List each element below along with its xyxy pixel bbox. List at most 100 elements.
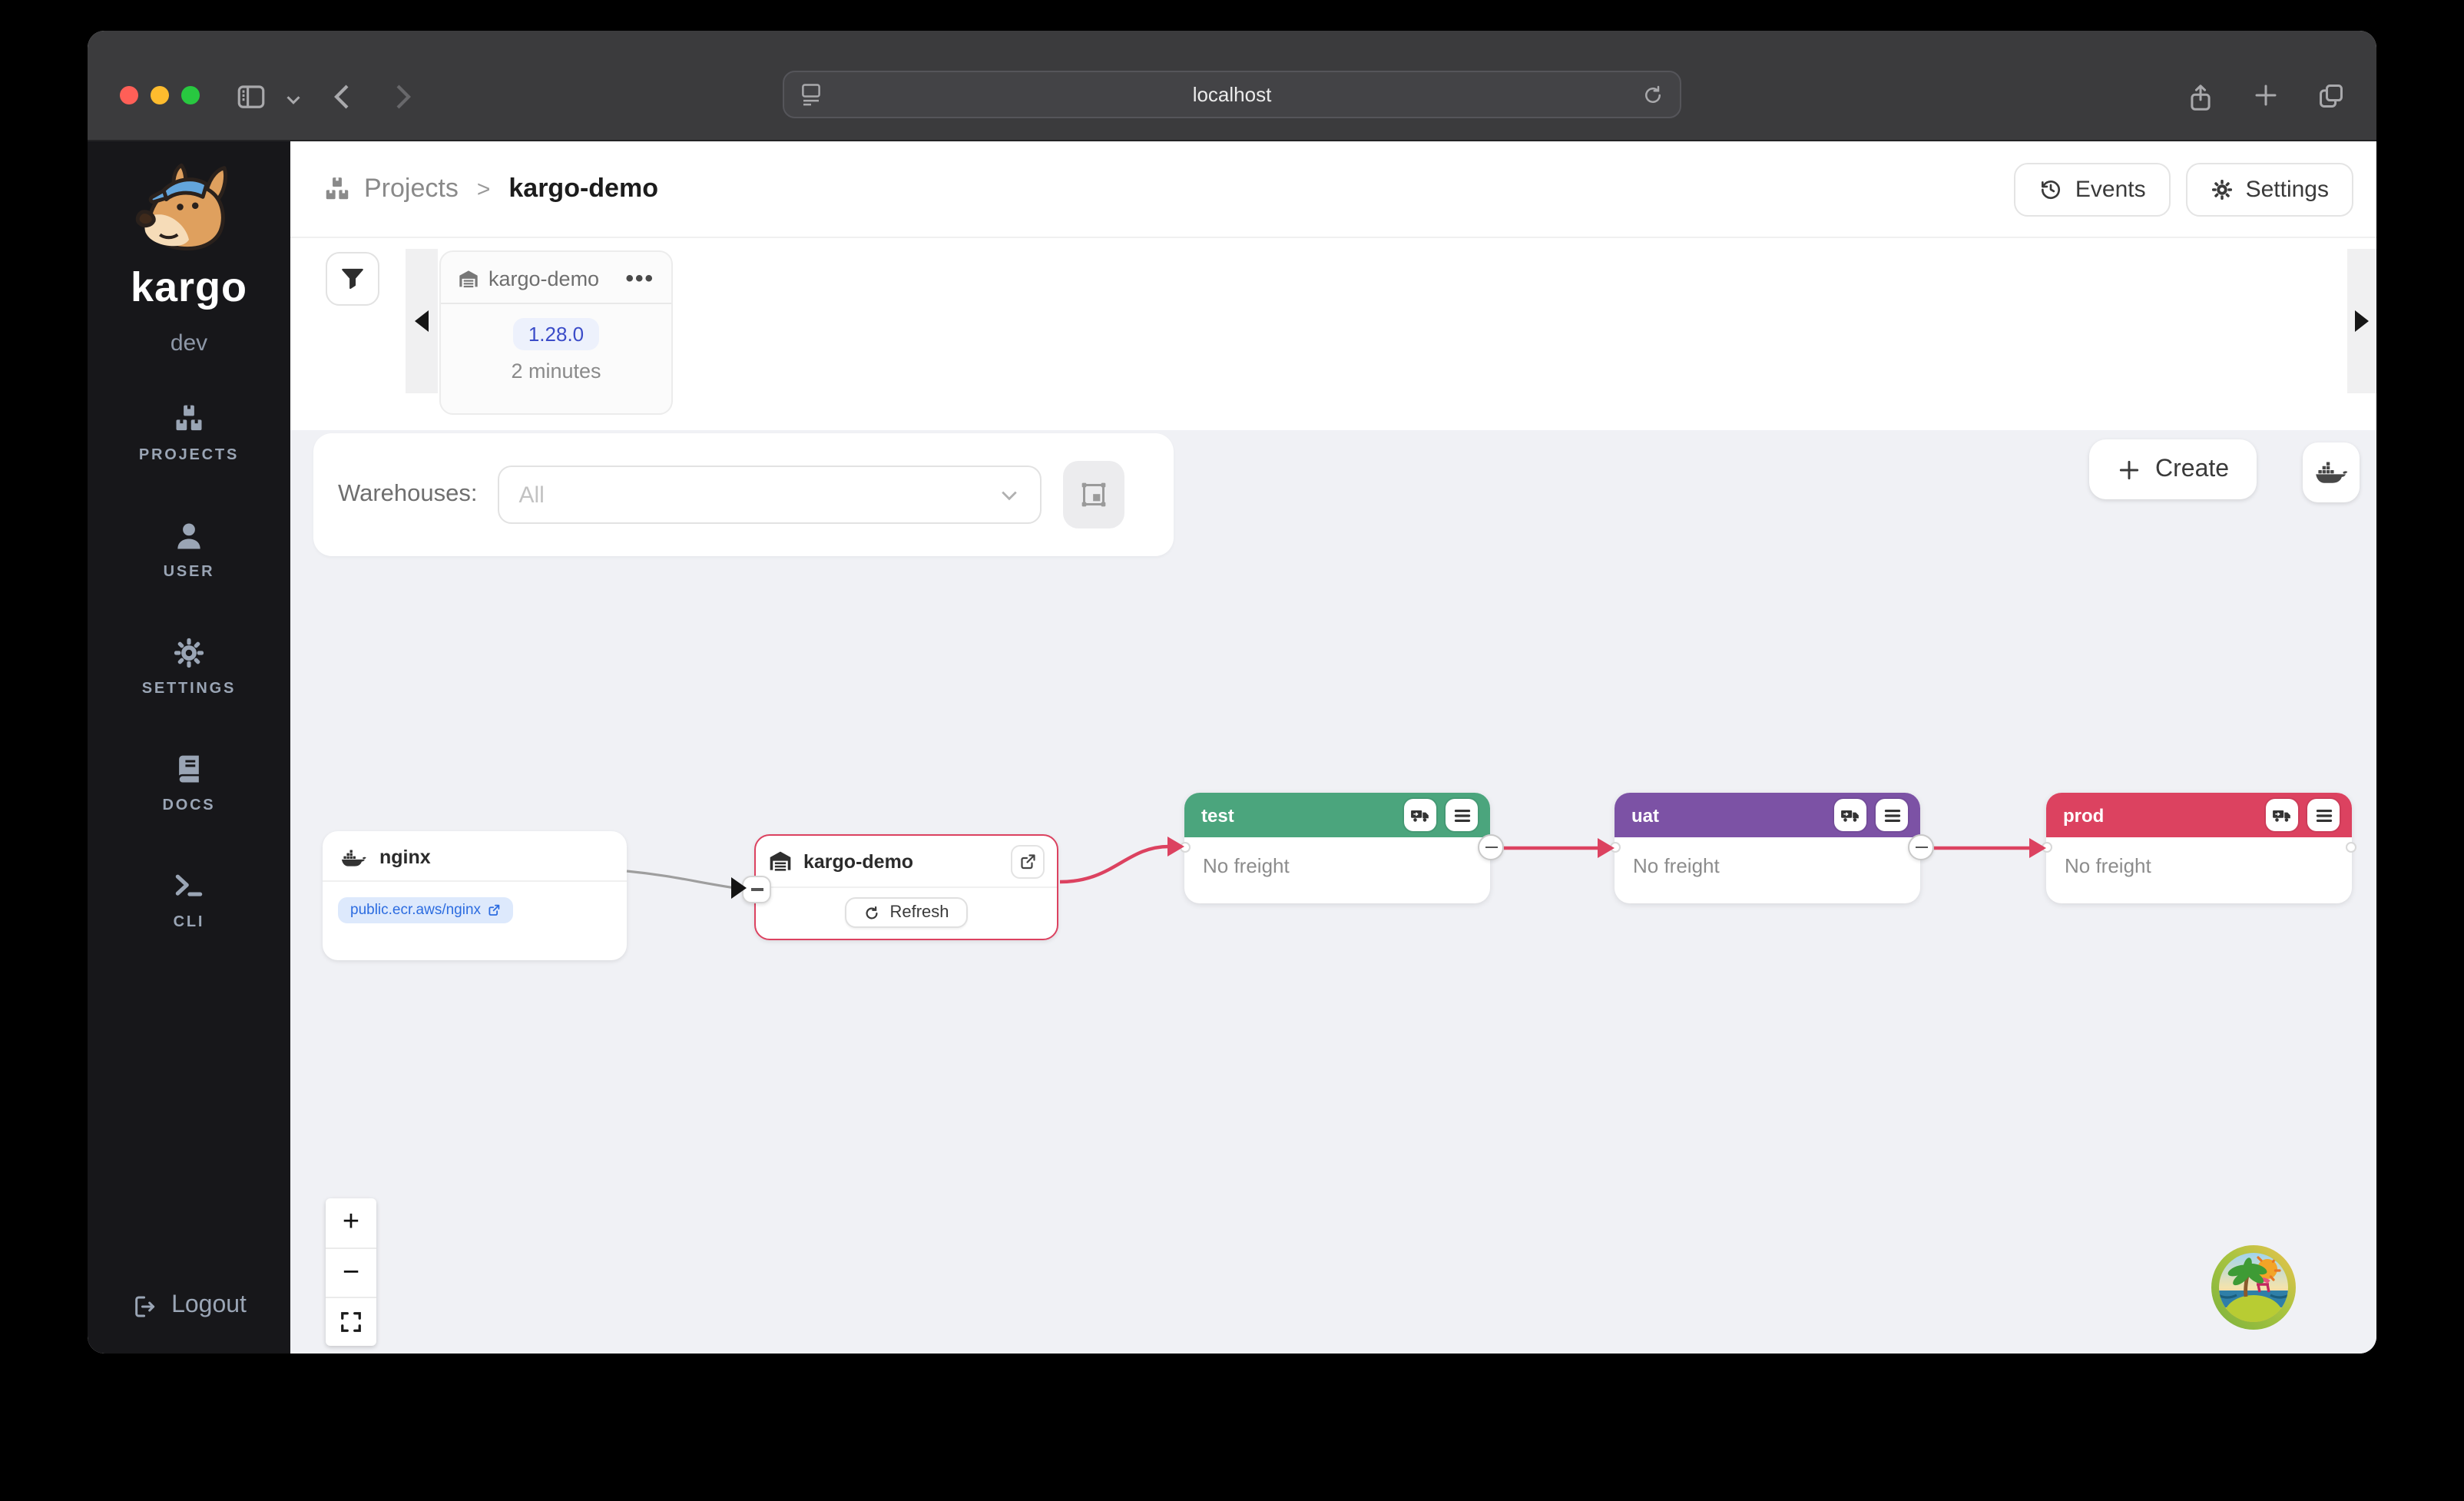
collapse-stage-button[interactable] <box>1908 834 1934 860</box>
docker-images-button[interactable] <box>2303 442 2360 502</box>
docker-whale-icon <box>341 847 367 867</box>
back-arrow-icon <box>327 78 358 115</box>
freight-card-menu-button[interactable]: ••• <box>625 266 654 292</box>
share-icon[interactable] <box>2186 81 2215 115</box>
collapse-warehouse-button[interactable] <box>742 876 771 903</box>
zoom-out-button[interactable]: − <box>326 1248 376 1297</box>
warehouse-open-button[interactable] <box>1011 845 1045 879</box>
page-title: kargo-demo <box>508 174 658 204</box>
truck-icon <box>1840 807 1860 823</box>
stage-header: uat <box>1615 793 1920 837</box>
docker-whale-icon <box>2314 459 2348 485</box>
history-icon <box>2038 177 2063 201</box>
repo-link-label: public.ecr.aws/nginx <box>350 902 481 919</box>
stage-freight-status: No freight <box>1615 837 1920 894</box>
brand-name: kargo <box>131 264 247 312</box>
collapse-stage-button[interactable] <box>1478 834 1504 860</box>
sidebar-item-label: SETTINGS <box>142 681 236 697</box>
events-label: Events <box>2075 176 2146 202</box>
forward-button[interactable] <box>387 78 418 115</box>
tab-overview-icon[interactable] <box>2317 81 2346 111</box>
stage-node-prod[interactable]: prod No freight <box>2046 793 2352 903</box>
sidebar-item-label: CLI <box>174 914 205 931</box>
close-window-button[interactable] <box>120 86 138 104</box>
settings-label: Settings <box>2246 176 2329 202</box>
warehouse-node-kargo-demo[interactable]: kargo-demo Refresh <box>754 834 1058 940</box>
refresh-icon <box>863 904 880 921</box>
sidebar-item-label: PROJECTS <box>139 447 239 464</box>
minimize-window-button[interactable] <box>151 86 169 104</box>
left-triangle-icon <box>415 310 429 332</box>
sidebar-toggle-button[interactable] <box>235 81 267 114</box>
browser-window: localhost <box>88 31 2376 1354</box>
stage-freight-button[interactable] <box>1404 799 1436 831</box>
kargo-logo <box>123 163 255 261</box>
settings-button[interactable]: Settings <box>2186 162 2353 216</box>
timeline-scroll-right[interactable] <box>2347 249 2376 393</box>
sidebar-item-label: DOCS <box>162 797 215 814</box>
stage-menu-button[interactable] <box>1446 799 1478 831</box>
stage-menu-button[interactable] <box>2307 799 2340 831</box>
hamburger-icon <box>1883 807 1901 823</box>
timeline-scroll-left[interactable] <box>406 249 438 393</box>
logout-button[interactable]: Logout <box>88 1292 290 1320</box>
image-frame-icon <box>1078 479 1109 510</box>
pipeline-canvas: Warehouses: All Create <box>290 430 2376 1354</box>
stage-freight-button[interactable] <box>1834 799 1866 831</box>
stage-freight-button[interactable] <box>2266 799 2298 831</box>
sidebar-item-user[interactable]: USER <box>164 519 215 581</box>
warehouses-select[interactable]: All <box>498 466 1042 524</box>
breadcrumb-separator: > <box>477 176 491 202</box>
canvas-zoom-controls: + − <box>326 1198 376 1346</box>
reload-icon[interactable] <box>1641 82 1664 107</box>
sidebar-item-projects[interactable]: PROJECTS <box>139 403 239 464</box>
gear-icon <box>2211 177 2234 200</box>
stage-input-handle <box>1180 842 1191 853</box>
minus-icon <box>750 888 763 890</box>
new-tab-icon[interactable] <box>2252 81 2280 109</box>
create-label: Create <box>2155 456 2229 483</box>
refresh-button[interactable]: Refresh <box>845 897 967 928</box>
events-button[interactable]: Events <box>2014 162 2171 216</box>
zoom-in-button[interactable]: + <box>326 1198 376 1248</box>
fit-view-icon <box>339 1310 363 1334</box>
truck-icon <box>1410 807 1430 823</box>
logout-icon <box>131 1293 157 1319</box>
freight-card[interactable]: kargo-demo ••• 1.28.0 2 minutes <box>439 250 673 415</box>
stage-node-uat[interactable]: uat No freight <box>1615 793 1920 903</box>
gear-icon <box>172 636 206 670</box>
sidebar-item-cli[interactable]: CLI <box>172 870 206 931</box>
warehouses-label: Warehouses: <box>338 481 478 509</box>
repo-node-nginx[interactable]: nginx public.ecr.aws/nginx <box>323 831 627 960</box>
warehouse-name: kargo-demo <box>803 851 1000 873</box>
stage-menu-button[interactable] <box>1876 799 1908 831</box>
zoom-window-button[interactable] <box>181 86 200 104</box>
repo-link[interactable]: public.ecr.aws/nginx <box>338 897 513 923</box>
right-triangle-icon <box>2355 310 2369 332</box>
hamburger-icon <box>1452 807 1471 823</box>
address-bar[interactable]: localhost <box>783 71 1681 118</box>
stage-name: test <box>1201 804 1395 826</box>
stage-image-view-button[interactable] <box>1063 461 1124 528</box>
page-header: Projects > kargo-demo Events Settings <box>290 141 2376 238</box>
forward-arrow-icon <box>387 78 418 115</box>
stage-node-test[interactable]: test No freight <box>1184 793 1490 903</box>
stage-header: test <box>1184 793 1490 837</box>
fit-view-button[interactable] <box>326 1297 376 1346</box>
sidebar-item-settings[interactable]: SETTINGS <box>142 636 236 697</box>
freight-version-tag[interactable]: 1.28.0 <box>513 318 599 350</box>
freight-card-name: kargo-demo <box>488 267 616 290</box>
sidebar-item-label: USER <box>164 564 215 581</box>
funnel-icon <box>339 266 366 292</box>
freight-age: 2 minutes <box>441 360 671 383</box>
chrome-right-actions <box>2186 81 2346 115</box>
breadcrumb-projects-link[interactable]: Projects <box>364 174 459 204</box>
create-button[interactable]: Create <box>2089 439 2257 499</box>
tab-group-chevron[interactable] <box>284 92 303 108</box>
filter-button[interactable] <box>326 252 379 306</box>
screen: localhost <box>0 0 2464 1501</box>
warehouse-icon <box>768 850 793 874</box>
back-button[interactable] <box>327 78 358 115</box>
sidebar-item-docs[interactable]: DOCS <box>162 753 215 814</box>
book-icon <box>172 753 206 787</box>
